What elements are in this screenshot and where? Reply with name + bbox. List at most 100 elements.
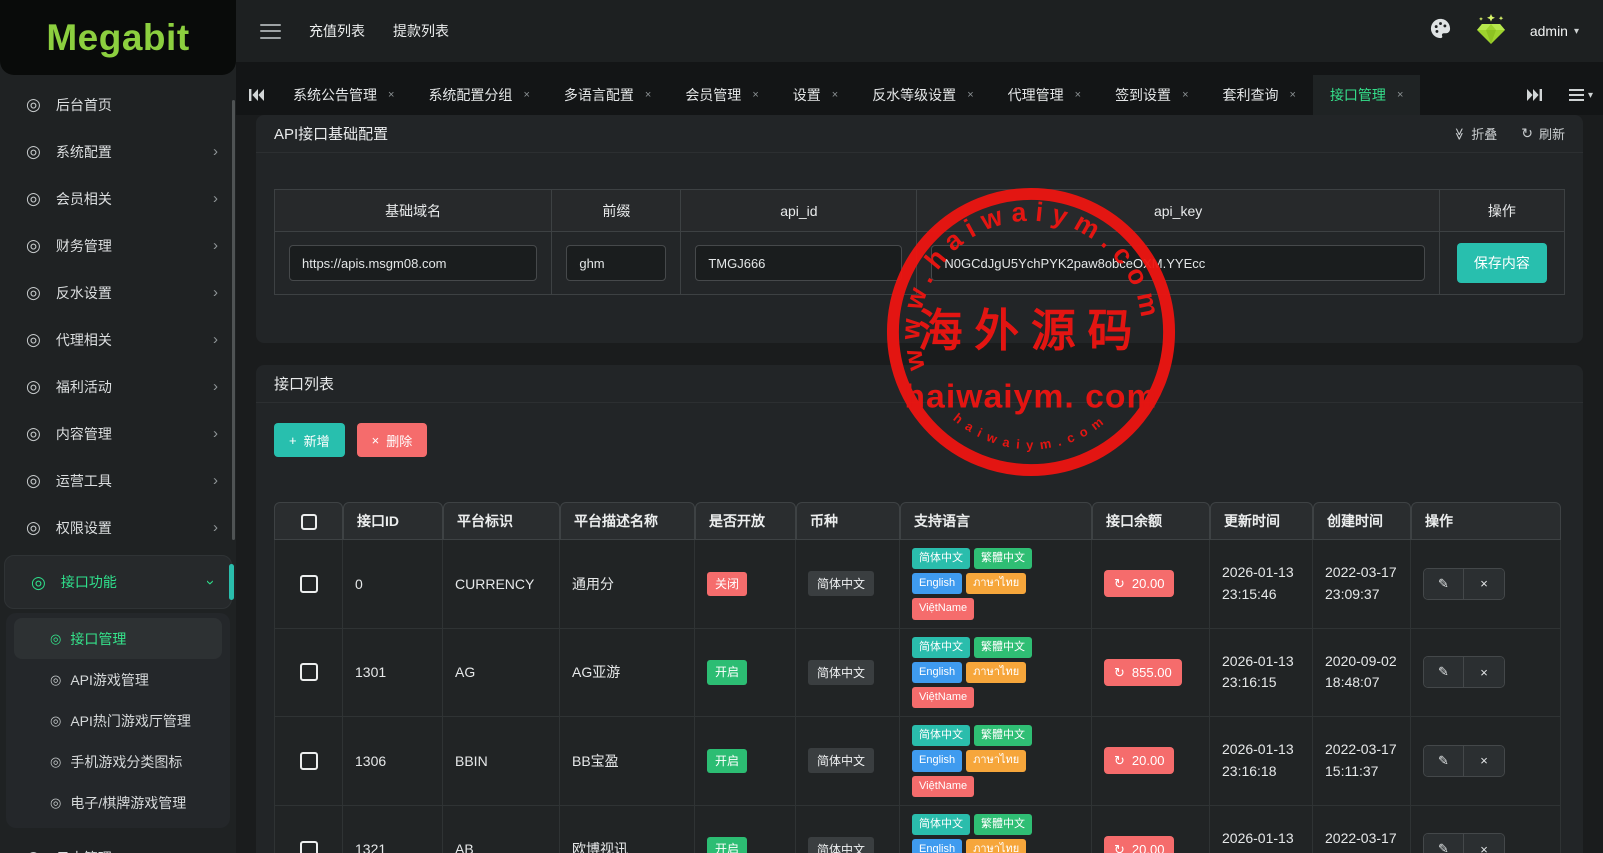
delete-button[interactable]: ×: [1464, 569, 1504, 599]
api-id-input[interactable]: [695, 245, 902, 281]
delete-button[interactable]: ×: [1464, 657, 1504, 687]
refresh-icon: ↻: [1521, 125, 1533, 142]
sidebar-item-rebate[interactable]: ◎ 反水设置 ›: [0, 269, 236, 316]
tab-member-manage[interactable]: 会员管理 ×: [668, 75, 775, 115]
sidebar-item-operation-tools[interactable]: ◎ 运营工具 ›: [0, 457, 236, 504]
topbar-right: admin ▾: [1429, 12, 1579, 51]
circle-icon: ◎: [50, 795, 61, 811]
sidebar-item-dashboard[interactable]: ◎ 后台首页: [0, 81, 236, 128]
scroll-tabs-left-icon[interactable]: [236, 75, 276, 115]
cell-updated-at: 2026-01-1323:16:18: [1210, 717, 1313, 806]
row-checkbox[interactable]: [300, 663, 318, 681]
save-button[interactable]: 保存内容: [1457, 243, 1547, 283]
add-button[interactable]: + 新增: [274, 423, 345, 457]
circle-icon: ◎: [50, 631, 61, 647]
close-icon[interactable]: ×: [967, 89, 973, 101]
balance-refresh-badge[interactable]: ↻855.00: [1104, 659, 1182, 686]
submenu-item-label: 接口管理: [70, 629, 126, 649]
submenu-item-slots-chess-manage[interactable]: ◎ 电子/棋牌游戏管理: [6, 782, 230, 823]
sidebar-item-interface[interactable]: ◎ 接口功能 ›: [4, 555, 232, 609]
base-domain-input[interactable]: [289, 245, 537, 281]
sidebar-item-content[interactable]: ◎ 内容管理 ›: [0, 410, 236, 457]
tab-interface-manage[interactable]: 接口管理 ×: [1313, 75, 1420, 115]
close-icon[interactable]: ×: [1290, 89, 1296, 101]
close-icon[interactable]: ×: [523, 89, 529, 101]
close-icon[interactable]: ×: [1075, 89, 1081, 101]
sidebar-scrollbar[interactable]: [232, 100, 235, 540]
close-icon[interactable]: ×: [752, 89, 758, 101]
close-icon[interactable]: ×: [832, 89, 838, 101]
edit-button[interactable]: ✎: [1424, 834, 1464, 853]
cell-interface-id: 0: [343, 540, 443, 629]
close-icon[interactable]: ×: [645, 89, 651, 101]
circle-icon: ◎: [26, 143, 41, 160]
tabs-menu-icon[interactable]: ▾: [1569, 89, 1593, 101]
submenu-item-api-games[interactable]: ◎ API游戏管理: [6, 659, 230, 700]
tab-signin-settings[interactable]: 签到设置 ×: [1098, 75, 1205, 115]
row-checkbox[interactable]: [300, 575, 318, 593]
sidebar-item-label: 反水设置: [56, 283, 213, 303]
chevron-right-icon: ›: [213, 191, 218, 206]
sidebar-item-label: 内容管理: [56, 424, 213, 444]
tab-settings[interactable]: 设置 ×: [776, 75, 855, 115]
nav-withdraw-list[interactable]: 提款列表: [393, 21, 449, 41]
edit-button[interactable]: ✎: [1424, 746, 1464, 776]
submenu-item-mobile-category-icons[interactable]: ◎ 手机游戏分类图标: [6, 741, 230, 782]
cell-interface-id: 1321: [343, 806, 443, 853]
tab-label: 接口管理: [1330, 85, 1386, 105]
row-checkbox[interactable]: [300, 752, 318, 770]
status-badge[interactable]: 开启: [707, 837, 747, 853]
tab-rebate-level[interactable]: 反水等级设置 ×: [855, 75, 990, 115]
balance-refresh-badge[interactable]: ↻20.00: [1104, 747, 1174, 774]
close-icon[interactable]: ×: [388, 89, 394, 101]
tab-agent-manage[interactable]: 代理管理 ×: [991, 75, 1098, 115]
tab-arbitrage-query[interactable]: 套利查询 ×: [1206, 75, 1313, 115]
tab-system-config-group[interactable]: 系统配置分组 ×: [411, 75, 546, 115]
refresh-button[interactable]: ↻ 刷新: [1521, 124, 1565, 143]
status-badge[interactable]: 关闭: [707, 572, 747, 596]
sidebar-item-agent[interactable]: ◎ 代理相关 ›: [0, 316, 236, 363]
sidebar-item-system-config[interactable]: ◎ 系统配置 ›: [0, 128, 236, 175]
sidebar-item-label: 后台首页: [56, 95, 218, 115]
card-body: + 新增 × 删除 接口ID: [256, 403, 1583, 853]
delete-button[interactable]: × 删除: [357, 423, 428, 457]
user-menu[interactable]: admin ▾: [1530, 23, 1579, 39]
sidebar-item-logs[interactable]: ◎ 日志管理 ›: [0, 834, 236, 853]
circle-icon: ◎: [26, 378, 41, 395]
card-title: 接口列表: [274, 373, 334, 394]
select-all-checkbox[interactable]: [301, 514, 317, 530]
avatar-gem-icon[interactable]: [1472, 12, 1510, 51]
tab-system-announcement[interactable]: 系统公告管理 ×: [276, 75, 411, 115]
edit-button[interactable]: ✎: [1424, 569, 1464, 599]
submenu-item-interface-manage[interactable]: ◎ 接口管理: [14, 618, 222, 659]
theme-palette-icon[interactable]: [1429, 17, 1452, 45]
scroll-tabs-right-icon[interactable]: [1515, 75, 1555, 115]
status-badge[interactable]: 开启: [707, 749, 747, 773]
submenu-item-label: API游戏管理: [70, 670, 149, 690]
row-checkbox[interactable]: [300, 841, 318, 853]
circle-icon: ◎: [26, 284, 41, 301]
delete-button[interactable]: ×: [1464, 746, 1504, 776]
delete-button[interactable]: ×: [1464, 834, 1504, 853]
nav-recharge-list[interactable]: 充值列表: [309, 21, 365, 41]
api-key-input[interactable]: [931, 245, 1424, 281]
submenu-item-api-hot-hall[interactable]: ◎ API热门游戏厅管理: [6, 700, 230, 741]
status-badge[interactable]: 开启: [707, 660, 747, 684]
sidebar-item-welfare[interactable]: ◎ 福利活动 ›: [0, 363, 236, 410]
language-badges: 简体中文 繁體中文 English ภาษาไทย ViệtName: [912, 548, 1079, 620]
balance-refresh-badge[interactable]: ↻20.00: [1104, 836, 1174, 853]
prefix-input[interactable]: [566, 245, 666, 281]
column-header: 更新时间: [1210, 502, 1313, 540]
sidebar-item-member[interactable]: ◎ 会员相关 ›: [0, 175, 236, 222]
sidebar-item-finance[interactable]: ◎ 财务管理 ›: [0, 222, 236, 269]
close-icon[interactable]: ×: [1397, 89, 1403, 101]
close-icon[interactable]: ×: [1182, 89, 1188, 101]
hamburger-icon[interactable]: [260, 24, 281, 39]
logo[interactable]: Megabit: [0, 0, 236, 75]
collapse-button[interactable]: ≫ 折叠: [1453, 124, 1498, 143]
edit-button[interactable]: ✎: [1424, 657, 1464, 687]
table-header-row: 接口ID 平台标识 平台描述名称 是否开放 币种 支持语言 接口余额 更新时间 …: [274, 502, 1561, 540]
tab-multilanguage[interactable]: 多语言配置 ×: [547, 75, 668, 115]
sidebar-item-permission[interactable]: ◎ 权限设置 ›: [0, 504, 236, 551]
balance-refresh-badge[interactable]: ↻20.00: [1104, 570, 1174, 597]
